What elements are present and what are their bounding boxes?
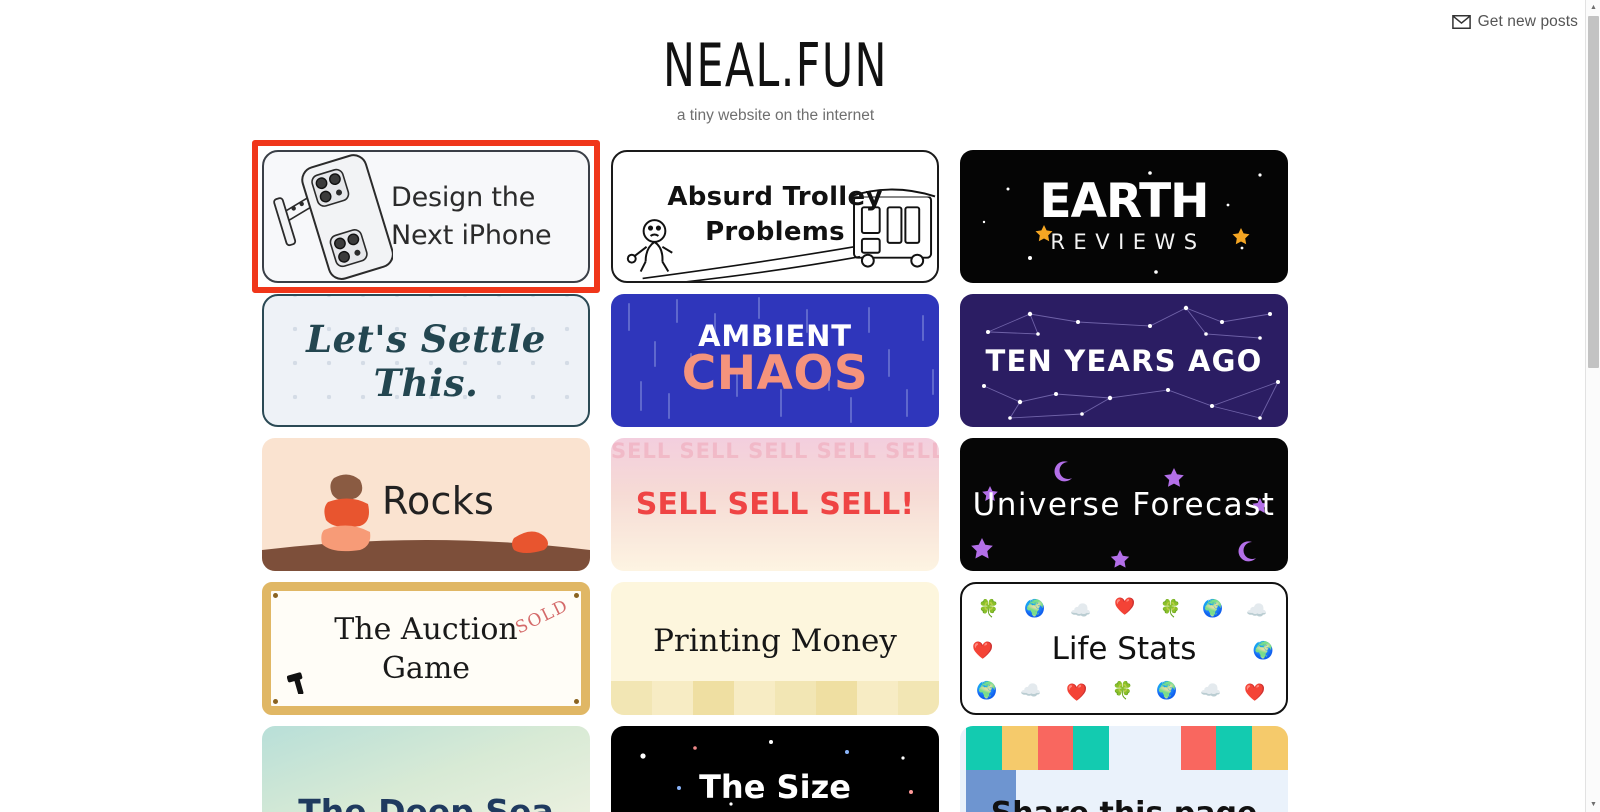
card-surface[interactable]: SELL SELL SELL SELL SELL SELL SELL SELL … bbox=[611, 438, 939, 571]
site-header: NEAL.FUN a tiny website on the internet bbox=[0, 30, 1551, 125]
card-surface[interactable]: Rocks bbox=[262, 438, 590, 571]
card-title-line2: Next iPhone bbox=[391, 219, 552, 251]
card-ten-years-ago[interactable]: TEN YEARS AGO bbox=[960, 294, 1288, 427]
clover-icon: 🍀 bbox=[978, 599, 1000, 618]
card-surface[interactable]: The Deep Sea bbox=[262, 726, 590, 812]
cloud-icon: ☁️ bbox=[1070, 601, 1092, 620]
card-surface[interactable]: TEN YEARS AGO bbox=[960, 294, 1288, 427]
get-new-posts-link[interactable]: Get new posts bbox=[1451, 0, 1578, 36]
scroll-down-arrow-icon[interactable]: ▼ bbox=[1586, 797, 1600, 812]
card-surface[interactable]: Printing Money bbox=[611, 582, 939, 715]
earth-icon: 🌍 bbox=[1202, 599, 1224, 618]
starfield-decoration bbox=[982, 171, 1262, 274]
heart-icon: ❤️ bbox=[1114, 597, 1136, 616]
money-strip-decoration bbox=[611, 681, 939, 715]
page-viewport: Get new posts NEAL.FUN a tiny website on… bbox=[0, 0, 1600, 812]
card-earth-reviews[interactable]: EARTH REVIEWS bbox=[960, 150, 1288, 283]
color-blocks-decoration bbox=[966, 726, 1288, 770]
earth-icon: 🌍 bbox=[1156, 681, 1178, 700]
cloud-icon: ☁️ bbox=[1200, 681, 1222, 700]
card-title-line1: Absurd Trolley bbox=[667, 182, 883, 213]
card-printing-money[interactable]: Printing Money bbox=[611, 582, 939, 715]
card-share-this-page[interactable]: Share this page bbox=[960, 726, 1288, 812]
clover-icon: 🍀 bbox=[1160, 599, 1182, 618]
card-title: SELL SELL SELL! bbox=[635, 487, 915, 522]
card-surface[interactable]: Let's Settle This. bbox=[262, 294, 590, 427]
card-design-the-next-iphone[interactable]: Design the Next iPhone bbox=[252, 140, 600, 293]
heart-icon: ❤️ bbox=[1244, 683, 1266, 702]
card-surface[interactable]: Absurd Trolley Problems bbox=[611, 150, 939, 283]
card-title-line2: of Space bbox=[611, 807, 939, 812]
iphone-illustration bbox=[273, 154, 393, 280]
card-title-line2: Game bbox=[381, 650, 471, 686]
card-absurd-trolley-problems[interactable]: Absurd Trolley Problems bbox=[611, 150, 939, 283]
card-title-line2: Problems bbox=[705, 216, 845, 247]
card-title: Share this page bbox=[960, 796, 1288, 812]
card-sell-sell-sell[interactable]: SELL SELL SELL SELL SELL SELL SELL SELL … bbox=[611, 438, 939, 571]
card-title: Design the Next iPhone bbox=[391, 179, 552, 255]
heart-icon: ❤️ bbox=[1066, 683, 1088, 702]
page-scrollbar[interactable]: ▲ ▼ bbox=[1585, 0, 1600, 812]
card-surface[interactable]: Design the Next iPhone bbox=[262, 150, 590, 283]
card-surface[interactable]: The Size of Space bbox=[611, 726, 939, 812]
card-title: Universe Forecast bbox=[972, 486, 1276, 523]
page-title: NEAL.FUN bbox=[663, 30, 888, 101]
card-title: AMBIENT CHAOS bbox=[611, 322, 939, 402]
card-lets-settle-this[interactable]: Let's Settle This. bbox=[262, 294, 590, 427]
card-title: Let's Settle This. bbox=[306, 316, 546, 405]
cloud-icon: ☁️ bbox=[1020, 681, 1042, 700]
card-surface[interactable]: SOLD The Auction Game bbox=[262, 582, 590, 715]
earth-icon: 🌍 bbox=[1024, 599, 1046, 618]
card-title-line1: The Size bbox=[699, 768, 851, 807]
card-rocks[interactable]: Rocks bbox=[262, 438, 590, 571]
clover-icon: 🍀 bbox=[1112, 681, 1134, 700]
card-title: Rocks bbox=[382, 478, 495, 523]
frame-dot bbox=[574, 593, 579, 598]
cloud-icon: ☁️ bbox=[1246, 601, 1268, 620]
frame-dot bbox=[574, 699, 579, 704]
card-surface[interactable]: Share this page bbox=[960, 726, 1288, 812]
gavel-icon bbox=[287, 672, 304, 694]
card-title: The Size of Space bbox=[611, 768, 939, 812]
card-title: TEN YEARS AGO bbox=[985, 343, 1263, 378]
card-ambient-chaos[interactable]: AMBIENT CHAOS bbox=[611, 294, 939, 427]
card-surface[interactable]: 🍀 🌍 ☁️ ❤️ 🍀 🌍 ☁️ ❤️ 🌍 🌍 ☁️ ❤️ 🍀 🌍 ☁️ ❤️ … bbox=[960, 582, 1288, 715]
frame-dot bbox=[273, 699, 278, 704]
card-title: Printing Money bbox=[653, 622, 897, 659]
card-the-auction-game[interactable]: SOLD The Auction Game bbox=[262, 582, 590, 715]
card-surface[interactable]: Universe Forecast bbox=[960, 438, 1288, 571]
frame-dot bbox=[273, 593, 278, 598]
project-grid: Design the Next iPhone Absurd Trolley Pr… bbox=[252, 140, 1288, 812]
card-the-size-of-space[interactable]: The Size of Space bbox=[611, 726, 939, 812]
card-title: The Deep Sea bbox=[298, 792, 554, 812]
card-title-line1: Design the bbox=[391, 181, 536, 213]
card-surface[interactable]: AMBIENT CHAOS bbox=[611, 294, 939, 427]
get-new-posts-label: Get new posts bbox=[1477, 13, 1578, 30]
envelope-icon bbox=[1451, 15, 1471, 29]
card-title: Absurd Trolley Problems bbox=[613, 180, 937, 253]
card-title-line2: CHAOS bbox=[681, 346, 869, 402]
site-tagline: a tiny website on the internet bbox=[676, 106, 875, 124]
card-surface[interactable]: EARTH REVIEWS bbox=[960, 150, 1288, 283]
card-the-deep-sea[interactable]: The Deep Sea bbox=[262, 726, 590, 812]
scrollbar-thumb[interactable] bbox=[1588, 16, 1599, 368]
card-universe-forecast[interactable]: Universe Forecast bbox=[960, 438, 1288, 571]
earth-icon: 🌍 bbox=[976, 681, 998, 700]
card-title: Life Stats bbox=[1051, 630, 1197, 667]
card-life-stats[interactable]: 🍀 🌍 ☁️ ❤️ 🍀 🌍 ☁️ ❤️ 🌍 🌍 ☁️ ❤️ 🍀 🌍 ☁️ ❤️ … bbox=[960, 582, 1288, 715]
scroll-up-arrow-icon[interactable]: ▲ bbox=[1586, 0, 1600, 15]
